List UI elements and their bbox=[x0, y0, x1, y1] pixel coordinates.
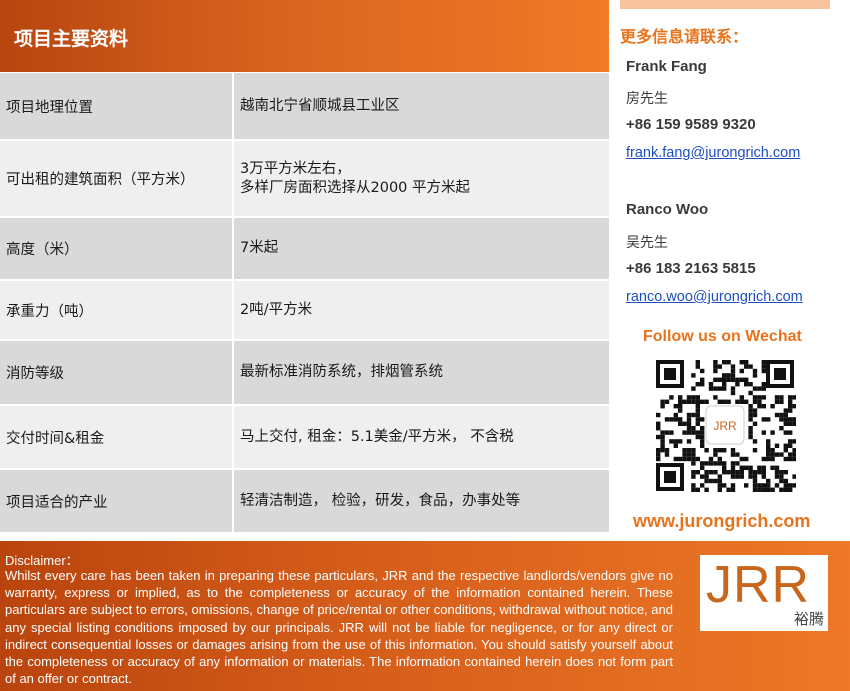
row-value: 轻清洁制造， 检验，研发，食品，办事处等 bbox=[236, 470, 609, 532]
contact-heading: 更多信息请联系： bbox=[620, 27, 749, 46]
row-value-line: 最新标准消防系统，排烟管系统 bbox=[240, 364, 443, 380]
row-value: 越南北宁省顺城县工业区 bbox=[236, 73, 609, 139]
row-label: 项目地理位置 bbox=[0, 73, 234, 139]
logo-mark: JRR bbox=[706, 556, 811, 614]
qr-center-logo: JRR bbox=[713, 419, 737, 433]
table-row: 消防等级 最新标准消防系统，排烟管系统 bbox=[0, 341, 609, 406]
row-label: 可出租的建筑面积（平方米） bbox=[0, 141, 234, 216]
table-row: 高度（米） 7米起 bbox=[0, 218, 609, 281]
row-label: 承重力（吨） bbox=[0, 281, 234, 339]
contact-email-link[interactable]: frank.fang@jurongrich.com bbox=[626, 145, 800, 161]
row-value: 7米起 bbox=[236, 218, 609, 279]
disclaimer-footer: Disclaimer： Whilst every care has been t… bbox=[0, 541, 850, 691]
row-value-line: 轻清洁制造， 检验，研发，食品，办事处等 bbox=[240, 492, 521, 509]
table-row: 承重力（吨） 2吨/平方米 bbox=[0, 281, 609, 341]
page-title: 项目主要资料 bbox=[14, 28, 129, 50]
table-row: 项目地理位置 越南北宁省顺城县工业区 bbox=[0, 73, 609, 141]
row-value-line: 3万平方米左右， bbox=[240, 160, 351, 177]
table-row: 交付时间&租金 马上交付, 租金：5.1美金/平方米， 不含税 bbox=[0, 406, 609, 470]
row-value-line: 2吨/平方米 bbox=[240, 301, 313, 318]
row-value-line: 越南北宁省顺城县工业区 bbox=[240, 97, 400, 114]
row-value-line: 多样厂房面积选择从2000 平方米起 bbox=[240, 179, 471, 196]
contact-name: Frank Fang bbox=[626, 58, 707, 75]
jrr-logo: JRR 裕腾 bbox=[700, 555, 828, 631]
website-link[interactable]: www.jurongrich.com bbox=[633, 511, 810, 532]
row-value: 2吨/平方米 bbox=[236, 281, 609, 339]
wechat-qr-code: JRR bbox=[654, 358, 796, 493]
contact-cn-name: 吴先生 bbox=[626, 235, 668, 251]
project-info-panel: 项目主要资料 项目地理位置 越南北宁省顺城县工业区 可出租的建筑面积（平方米） 3万平… bbox=[0, 0, 610, 535]
row-value-line: 马上交付, 租金：5.1美金/平方米， 不含税 bbox=[240, 428, 514, 445]
contact-phone: +86 159 9589 9320 bbox=[626, 116, 756, 133]
row-value: 3万平方米左右， 多样厂房面积选择从2000 平方米起 bbox=[236, 141, 609, 216]
row-label: 项目适合的产业 bbox=[0, 470, 234, 532]
row-value: 最新标准消防系统，排烟管系统 bbox=[236, 341, 609, 404]
accent-strip bbox=[620, 0, 830, 9]
title-bar: 项目主要资料 bbox=[0, 0, 609, 73]
contact-cn-name: 房先生 bbox=[626, 91, 668, 107]
contact-name: Ranco Woo bbox=[626, 201, 709, 218]
row-label: 高度（米） bbox=[0, 218, 234, 279]
follow-wechat-label: Follow us on Wechat bbox=[643, 328, 802, 345]
logo-cn-name: 裕腾 bbox=[793, 610, 824, 628]
row-label: 消防等级 bbox=[0, 341, 234, 404]
row-label: 交付时间&租金 bbox=[0, 406, 234, 468]
row-value: 马上交付, 租金：5.1美金/平方米， 不含税 bbox=[236, 406, 609, 468]
table-row: 可出租的建筑面积（平方米） 3万平方米左右， 多样厂房面积选择从2000 平方米起 bbox=[0, 141, 609, 218]
table-row: 项目适合的产业 轻清洁制造， 检验，研发，食品，办事处等 bbox=[0, 470, 609, 534]
row-value-line: 7米起 bbox=[240, 240, 279, 256]
contact-phone: +86 183 2163 5815 bbox=[626, 260, 756, 277]
disclaimer-text: Whilst every care has been taken in prep… bbox=[5, 568, 673, 687]
contact-email-link[interactable]: ranco.woo@jurongrich.com bbox=[626, 289, 803, 305]
